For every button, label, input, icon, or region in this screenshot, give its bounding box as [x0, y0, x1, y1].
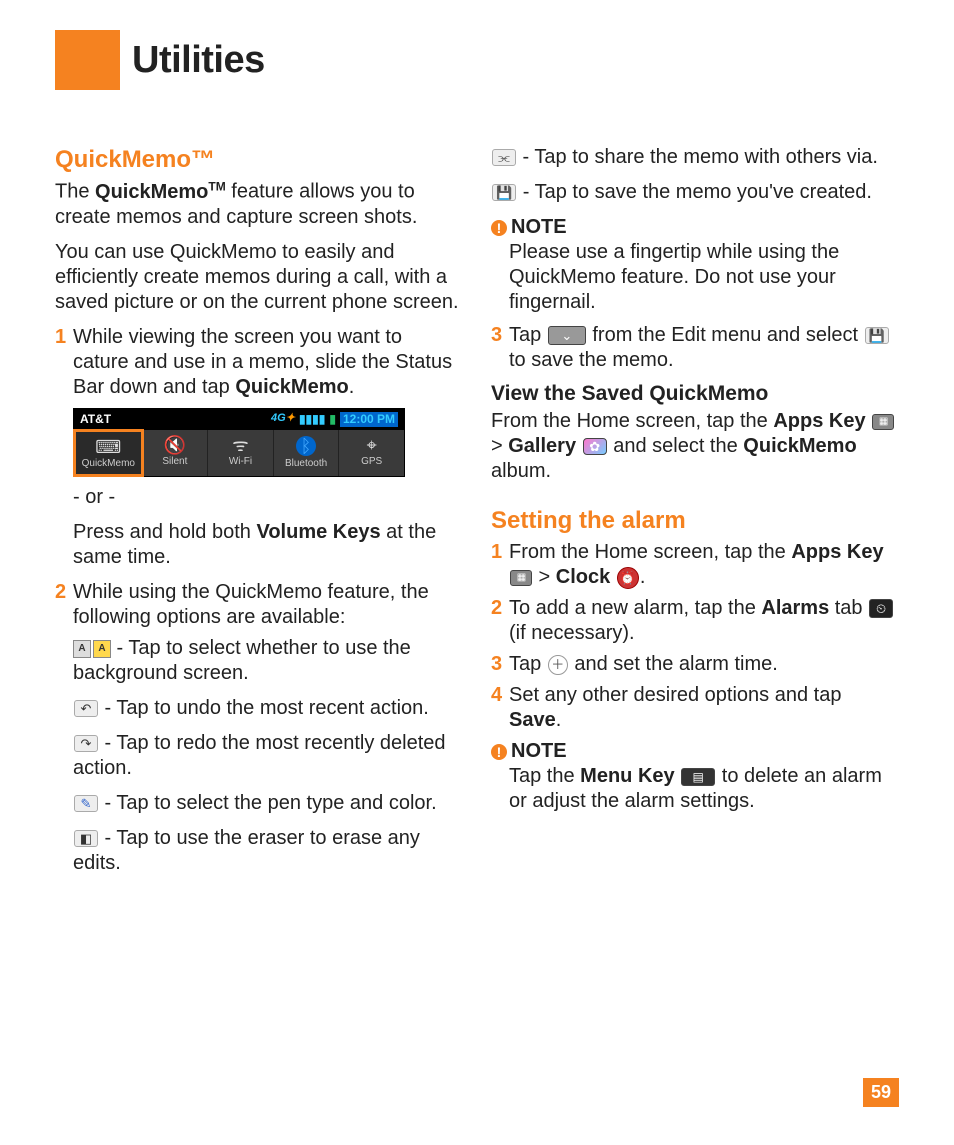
- right-column: ⫘ - Tap to share the memo with others vi…: [491, 145, 899, 886]
- option-redo: ↷ - Tap to redo the most recently delete…: [73, 731, 463, 781]
- step-1: 1 While viewing the screen you want to c…: [55, 325, 463, 400]
- add-icon: ＋: [548, 655, 568, 675]
- step-3: 3 Tap ⌄ from the Edit menu and select 💾 …: [491, 323, 899, 373]
- toggle-wifi: ᯤWi-Fi: [208, 430, 274, 477]
- menu-key-icon: ▤: [681, 768, 715, 786]
- alarm-step-3: 3 Tap ＋ and set the alarm time.: [491, 652, 899, 677]
- clock-icon: ⏰: [617, 567, 639, 589]
- alarm-step-1: 1 From the Home screen, tap the Apps Key…: [491, 540, 899, 590]
- apps-key-icon: ▦: [872, 414, 894, 430]
- alarm-step-2: 2 To add a new alarm, tap the Alarms tab…: [491, 596, 899, 646]
- note-heading: ! NOTE: [491, 215, 899, 240]
- pen-icon: ✎: [74, 795, 98, 812]
- apps-key-icon: ▦: [510, 570, 532, 586]
- share-icon: ⫘: [492, 149, 516, 166]
- option-undo: ↶ - Tap to undo the most recent action.: [73, 696, 463, 721]
- background-toggle-icon: AA: [73, 640, 111, 658]
- option-background: AA - Tap to select whether to use the ba…: [73, 636, 463, 686]
- option-pen: ✎ - Tap to select the pen type and color…: [73, 791, 463, 816]
- toggle-bluetooth: ᛒBluetooth: [274, 430, 340, 477]
- section-heading-quickmemo: QuickMemo™: [55, 145, 463, 175]
- toggle-silent: 🔇Silent: [143, 430, 209, 477]
- note-bullet-icon: !: [491, 744, 507, 760]
- gallery-icon: ✿: [583, 438, 607, 455]
- page-header: Utilities: [55, 30, 899, 90]
- status-bar-screenshot: AT&T 4G✦ ▮▮▮▮ ▮ 12:00 PM ⌨QuickMemo 🔇Sil…: [73, 408, 405, 478]
- page-number: 59: [863, 1078, 899, 1107]
- option-share: ⫘ - Tap to share the memo with others vi…: [491, 145, 899, 170]
- note-bullet-icon: !: [491, 220, 507, 236]
- alarms-tab-icon: ⏲: [869, 599, 893, 618]
- paragraph: You can use QuickMemo to easily and effi…: [55, 240, 463, 315]
- or-divider: - or -: [73, 485, 463, 510]
- note-body: Tap the Menu Key ▤ to delete an alarm or…: [509, 764, 899, 814]
- toggle-quickmemo: ⌨QuickMemo: [73, 429, 144, 478]
- paragraph: From the Home screen, tap the Apps Key ▦…: [491, 409, 899, 484]
- chevron-down-icon: ⌄: [548, 326, 586, 345]
- alarm-step-4: 4 Set any other desired options and tap …: [491, 683, 899, 733]
- option-eraser: ◧ - Tap to use the eraser to erase any e…: [73, 826, 463, 876]
- left-column: QuickMemo™ The QuickMemoTM feature allow…: [55, 145, 463, 886]
- eraser-icon: ◧: [74, 830, 98, 847]
- status-right: 4G✦ ▮▮▮▮ ▮ 12:00 PM: [271, 412, 398, 427]
- redo-icon: ↷: [74, 735, 98, 752]
- note-heading: ! NOTE: [491, 739, 899, 764]
- header-accent: [55, 30, 120, 90]
- note-body: Please use a fingertip while using the Q…: [509, 240, 899, 315]
- toggle-gps: ⌖GPS: [339, 430, 404, 477]
- save-icon: 💾: [492, 184, 516, 201]
- page-title: Utilities: [120, 30, 265, 90]
- paragraph: The QuickMemoTM feature allows you to cr…: [55, 179, 463, 230]
- step-2: 2 While using the QuickMemo feature, the…: [55, 580, 463, 630]
- subheading-view-quickmemo: View the Saved QuickMemo: [491, 381, 899, 407]
- undo-icon: ↶: [74, 700, 98, 717]
- paragraph: Press and hold both Volume Keys at the s…: [73, 520, 463, 570]
- carrier-label: AT&T: [80, 412, 111, 427]
- section-heading-alarm: Setting the alarm: [491, 506, 899, 536]
- option-save: 💾 - Tap to save the memo you've created.: [491, 180, 899, 205]
- save-icon: 💾: [865, 327, 889, 344]
